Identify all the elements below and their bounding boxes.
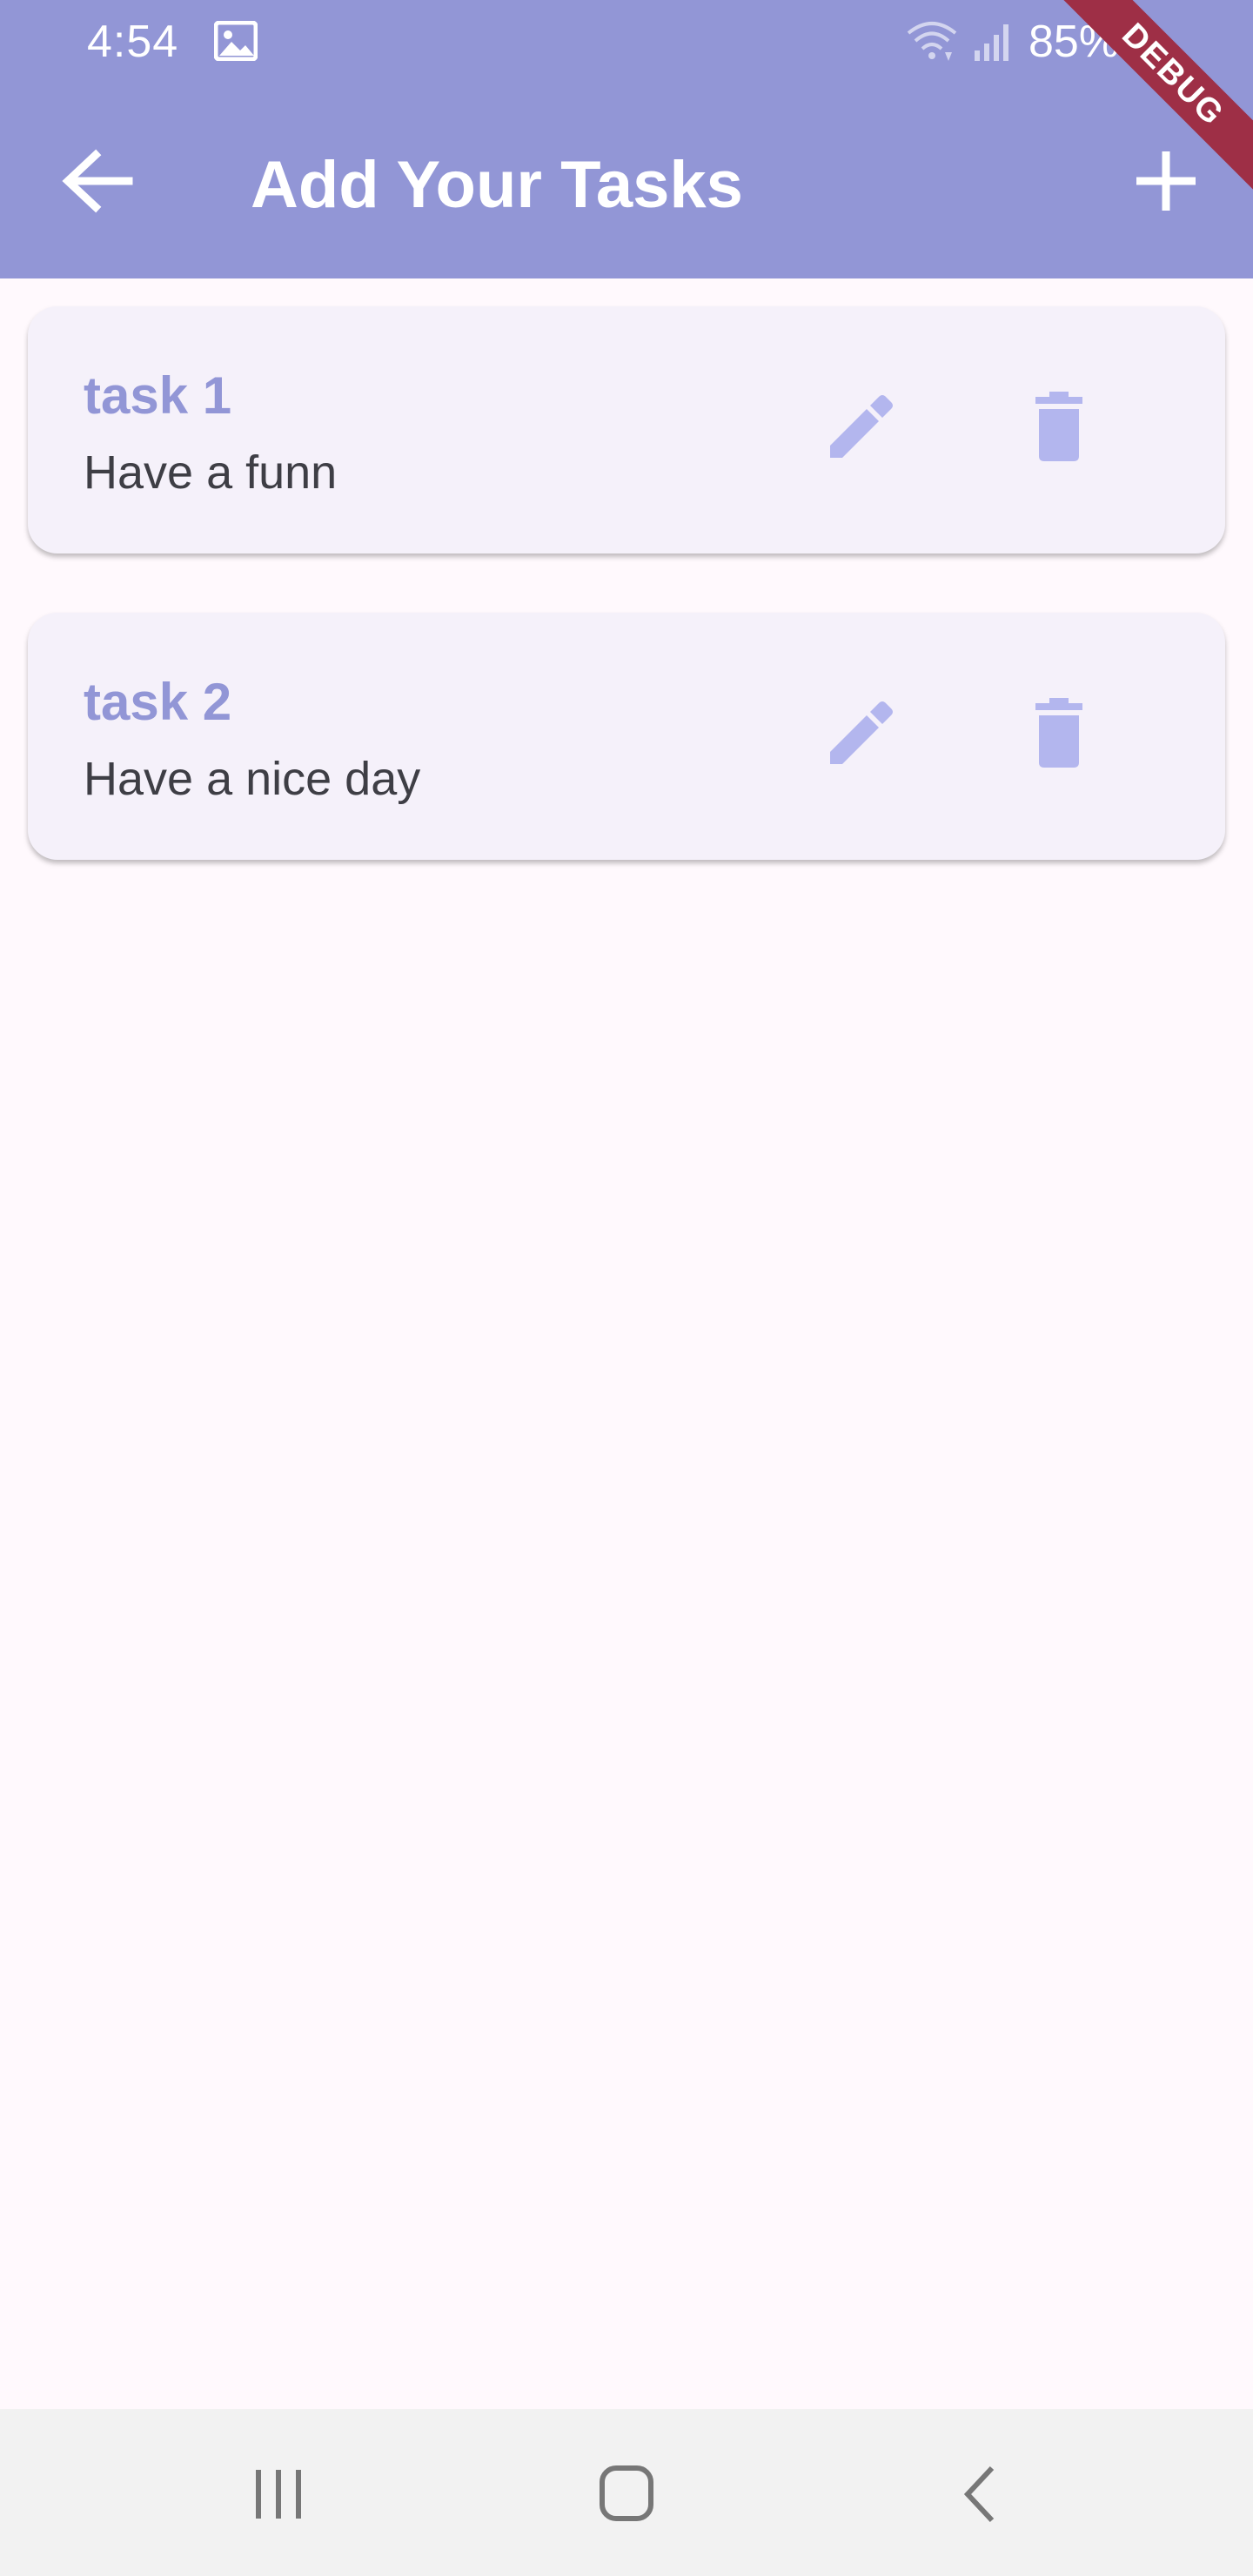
page-title: Add Your Tasks [251, 148, 743, 222]
home-icon[interactable] [592, 2459, 661, 2529]
status-time: 4:54 [87, 17, 179, 67]
system-nav-bar [0, 2409, 1253, 2576]
plus-icon[interactable] [1122, 138, 1209, 225]
task-title: task 2 [84, 673, 232, 731]
task-description: Have a nice day [84, 753, 421, 805]
task-card[interactable]: task 1 Have a funn [28, 306, 1225, 553]
task-description: Have a funn [84, 446, 338, 499]
app-bar: 4:54 85% Add Your Tasks [0, 0, 1253, 278]
battery-percent: 85% [1029, 17, 1120, 67]
arrow-back-icon[interactable] [54, 139, 141, 226]
task-card[interactable]: task 2 Have a nice day [28, 613, 1225, 860]
trash-icon[interactable] [1011, 688, 1107, 783]
trash-icon[interactable] [1011, 381, 1107, 477]
wifi-icon [907, 22, 957, 61]
pencil-icon[interactable] [811, 381, 907, 477]
recents-icon[interactable] [244, 2459, 313, 2529]
status-bar: 4:54 85% [0, 0, 1253, 87]
image-icon [214, 21, 258, 61]
task-title: task 1 [84, 366, 232, 425]
back-icon[interactable] [947, 2459, 1016, 2529]
signal-icon [975, 24, 1008, 61]
pencil-icon[interactable] [811, 688, 907, 783]
